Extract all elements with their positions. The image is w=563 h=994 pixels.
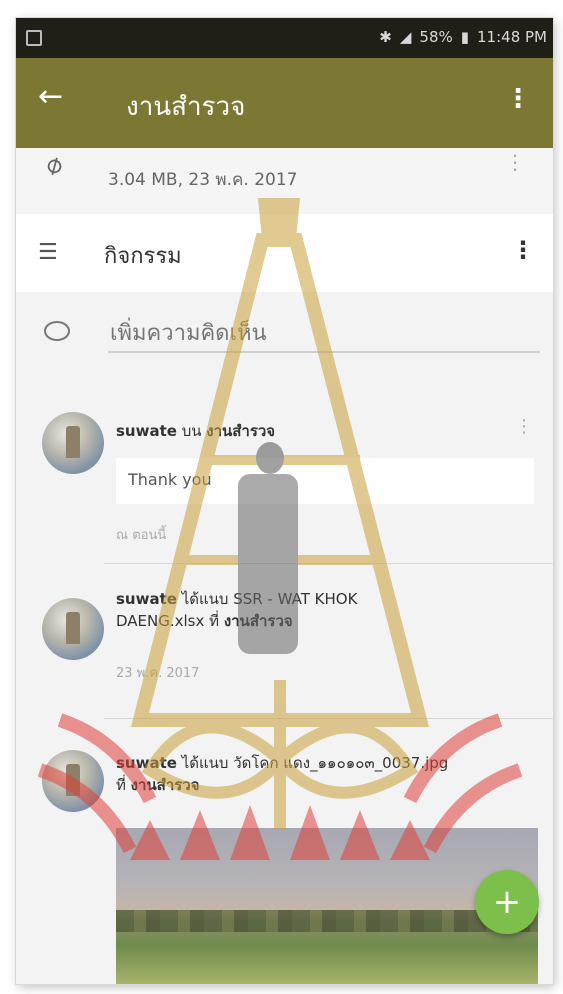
attachment-meta: 3.04 MB, 23 พ.ค. 2017 <box>108 170 298 190</box>
add-button[interactable]: + <box>475 870 539 934</box>
clock: 11:48 PM <box>477 28 547 46</box>
page-title: งานสำรวจ <box>126 92 246 122</box>
signal-icon: ◢ <box>399 28 412 46</box>
divider <box>104 718 553 719</box>
feed-timestamp: ณ ตอนนี้ <box>116 528 167 543</box>
back-arrow-icon[interactable]: ← <box>38 82 63 112</box>
feed-item-header: suwate ได้แนบ วัดโคก แดง_๑๑๐๑๐๓_0037.jpg… <box>116 752 456 796</box>
feed-user[interactable]: suwate <box>116 422 177 440</box>
attachment-menu-icon[interactable]: ⋮ <box>505 150 525 174</box>
avatar[interactable] <box>42 750 104 812</box>
overflow-menu-icon[interactable]: ⋮ <box>505 84 531 114</box>
comment-bubble-icon <box>44 321 70 341</box>
avatar[interactable] <box>42 598 104 660</box>
feed-user[interactable]: suwate <box>116 590 177 608</box>
status-icons: ✱ ◢ 58% ▮ 11:48 PM <box>379 28 547 46</box>
paperclip-icon: ⌀ <box>39 148 69 182</box>
status-bar: ✱ ◢ 58% ▮ 11:48 PM <box>16 18 553 58</box>
feed-target[interactable]: งานสำรวจ <box>206 422 275 440</box>
phone-screen: ✱ ◢ 58% ▮ 11:48 PM ← งานสำรวจ ⋮ ⌀ 3.04 M… <box>16 18 553 984</box>
feed-item-menu-icon[interactable]: ⋮ <box>515 416 533 437</box>
battery-percent: 58% <box>419 28 453 46</box>
comment-content: Thank you <box>116 458 534 504</box>
divider <box>104 563 553 564</box>
comment-text: Thank you <box>128 470 212 489</box>
activity-menu-icon[interactable]: ⋮ <box>511 236 535 264</box>
feed-item-header: suwate ได้แนบ SSR - WAT KHOK DAENG.xlsx … <box>116 588 446 632</box>
comment-input[interactable] <box>108 315 540 353</box>
feed-action: บน <box>176 422 207 440</box>
comment-row <box>16 293 553 378</box>
list-icon: ☰ <box>38 240 58 265</box>
feed-target[interactable]: งานสำรวจ <box>224 612 293 630</box>
feed-timestamp: 23 พ.ค. 2017 <box>116 666 200 681</box>
app-bar: ← งานสำรวจ ⋮ <box>16 58 553 148</box>
attachment-row[interactable]: ⌀ 3.04 MB, 23 พ.ค. 2017 ⋮ <box>16 148 553 212</box>
feed-item-header: suwate บน งานสำรวจ <box>116 420 516 442</box>
battery-icon: ▮ <box>460 28 470 46</box>
feed-target[interactable]: งานสำรวจ <box>131 776 200 794</box>
activity-label: กิจกรรม <box>104 244 182 269</box>
avatar[interactable] <box>42 412 104 474</box>
feed-user[interactable]: suwate <box>116 754 177 772</box>
notification-icon <box>26 30 42 46</box>
activity-header: ☰ กิจกรรม ⋮ <box>16 214 553 292</box>
bluetooth-icon: ✱ <box>379 28 392 46</box>
photo-treeline <box>116 910 538 932</box>
